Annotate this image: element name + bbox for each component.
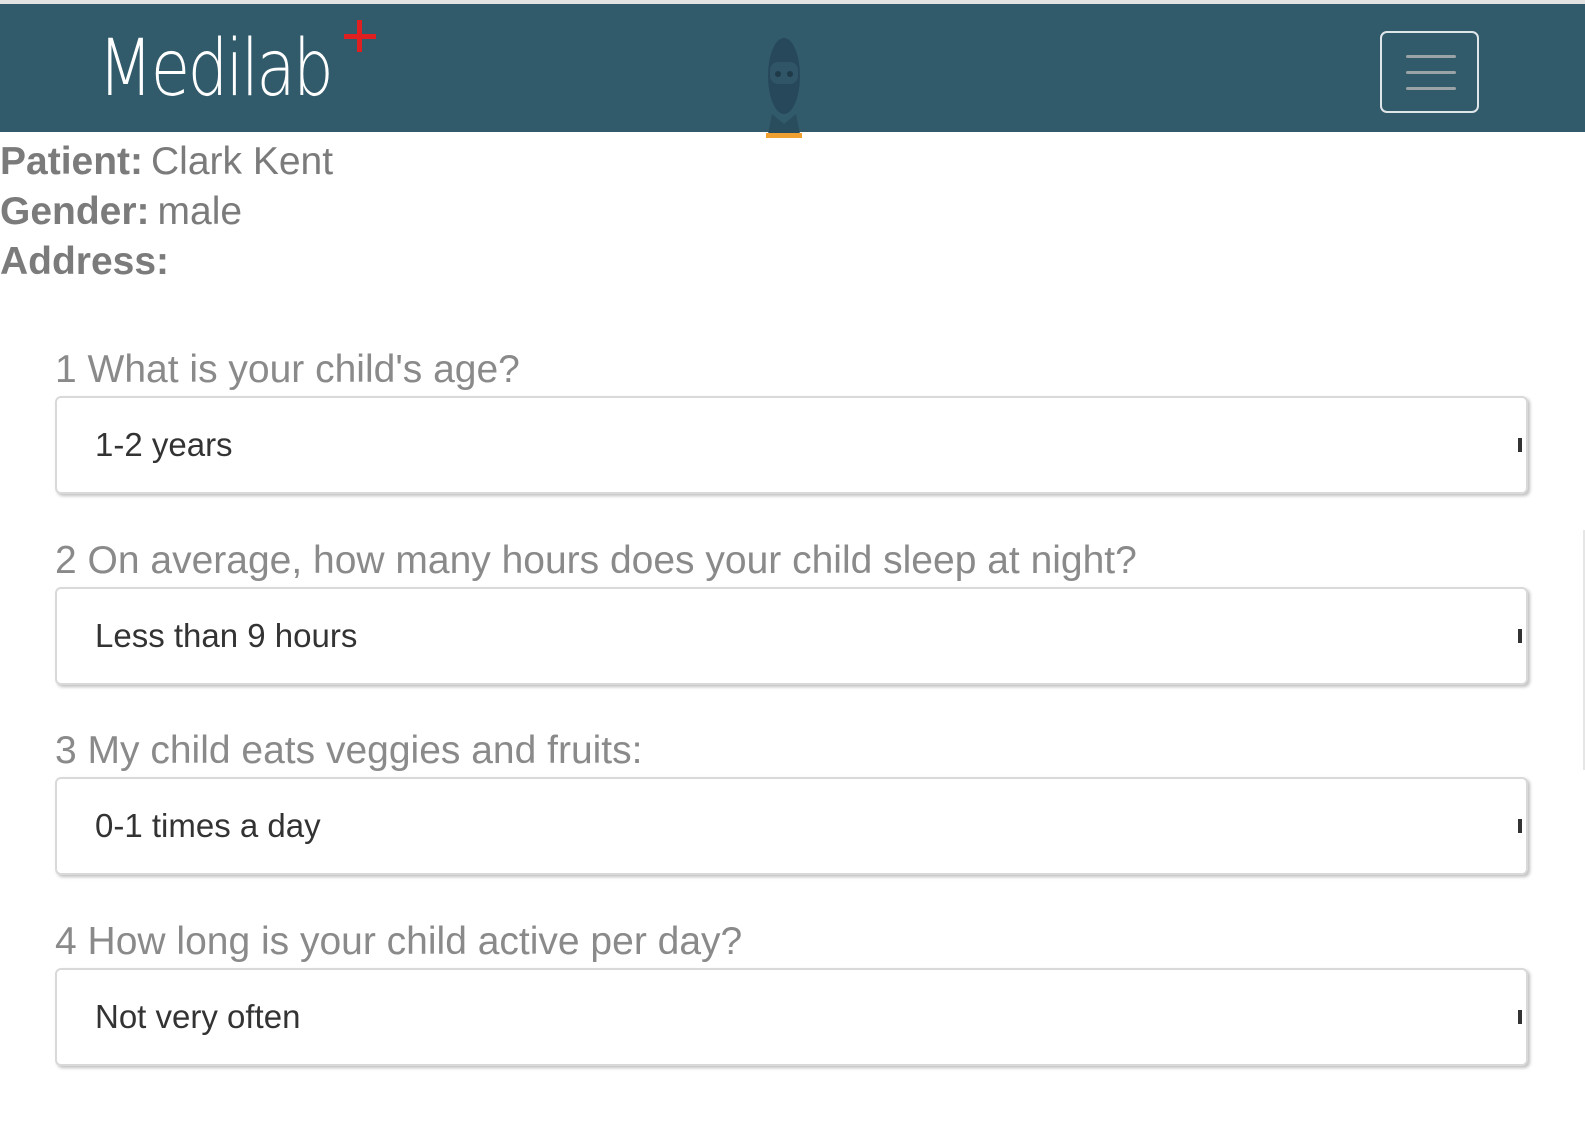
question-label: 1 What is your child's age? xyxy=(55,346,1528,396)
dropdown-caret-icon xyxy=(1518,1010,1522,1024)
question-number: 1 xyxy=(55,348,77,391)
patient-address-row: Address: xyxy=(0,237,333,287)
patient-address-label: Address: xyxy=(0,240,170,283)
question-4-select[interactable]: Not very often xyxy=(55,968,1528,1066)
patient-info: Patient: Clark Kent Gender: male Address: xyxy=(0,137,333,287)
menu-toggle-button[interactable] xyxy=(1380,31,1479,113)
question-number: 4 xyxy=(55,920,77,963)
question-3-select[interactable]: 0-1 times a day xyxy=(55,777,1528,875)
question-4: 4 How long is your child active per day?… xyxy=(55,918,1528,1066)
patient-gender-label: Gender: xyxy=(0,190,150,233)
question-label: 4 How long is your child active per day? xyxy=(55,918,1528,968)
question-2: 2 On average, how many hours does your c… xyxy=(55,537,1528,685)
question-label: 2 On average, how many hours does your c… xyxy=(55,537,1528,587)
selected-value: Less than 9 hours xyxy=(95,617,358,654)
selected-value: 0-1 times a day xyxy=(95,807,321,844)
selected-value: Not very often xyxy=(95,998,301,1035)
question-number: 3 xyxy=(55,729,77,772)
dropdown-caret-icon xyxy=(1518,629,1522,643)
navbar: Medilab xyxy=(0,4,1585,138)
selected-value: 1-2 years xyxy=(95,426,233,463)
question-number: 2 xyxy=(55,539,77,582)
user-avatar-icon[interactable] xyxy=(764,36,804,138)
hamburger-icon xyxy=(1406,55,1456,58)
question-text: How long is your child active per day? xyxy=(87,920,743,963)
question-3: 3 My child eats veggies and fruits: 0-1 … xyxy=(55,727,1528,875)
question-text: My child eats veggies and fruits: xyxy=(87,729,643,772)
patient-name-row: Patient: Clark Kent xyxy=(0,137,333,187)
question-1: 1 What is your child's age? 1-2 years xyxy=(55,346,1528,494)
patient-gender-value: male xyxy=(157,190,243,233)
question-text: What is your child's age? xyxy=(87,348,520,391)
question-text: On average, how many hours does your chi… xyxy=(87,539,1137,582)
plus-icon xyxy=(344,20,376,52)
hamburger-icon xyxy=(1406,71,1456,74)
dropdown-caret-icon xyxy=(1518,438,1522,452)
brand-logo[interactable]: Medilab xyxy=(98,24,334,114)
patient-name-label: Patient: xyxy=(0,140,144,183)
dropdown-caret-icon xyxy=(1518,819,1522,833)
patient-name-value: Clark Kent xyxy=(151,140,334,183)
question-1-select[interactable]: 1-2 years xyxy=(55,396,1528,494)
question-label: 3 My child eats veggies and fruits: xyxy=(55,727,1528,777)
question-2-select[interactable]: Less than 9 hours xyxy=(55,587,1528,685)
patient-gender-row: Gender: male xyxy=(0,187,333,237)
hamburger-icon xyxy=(1406,87,1456,90)
